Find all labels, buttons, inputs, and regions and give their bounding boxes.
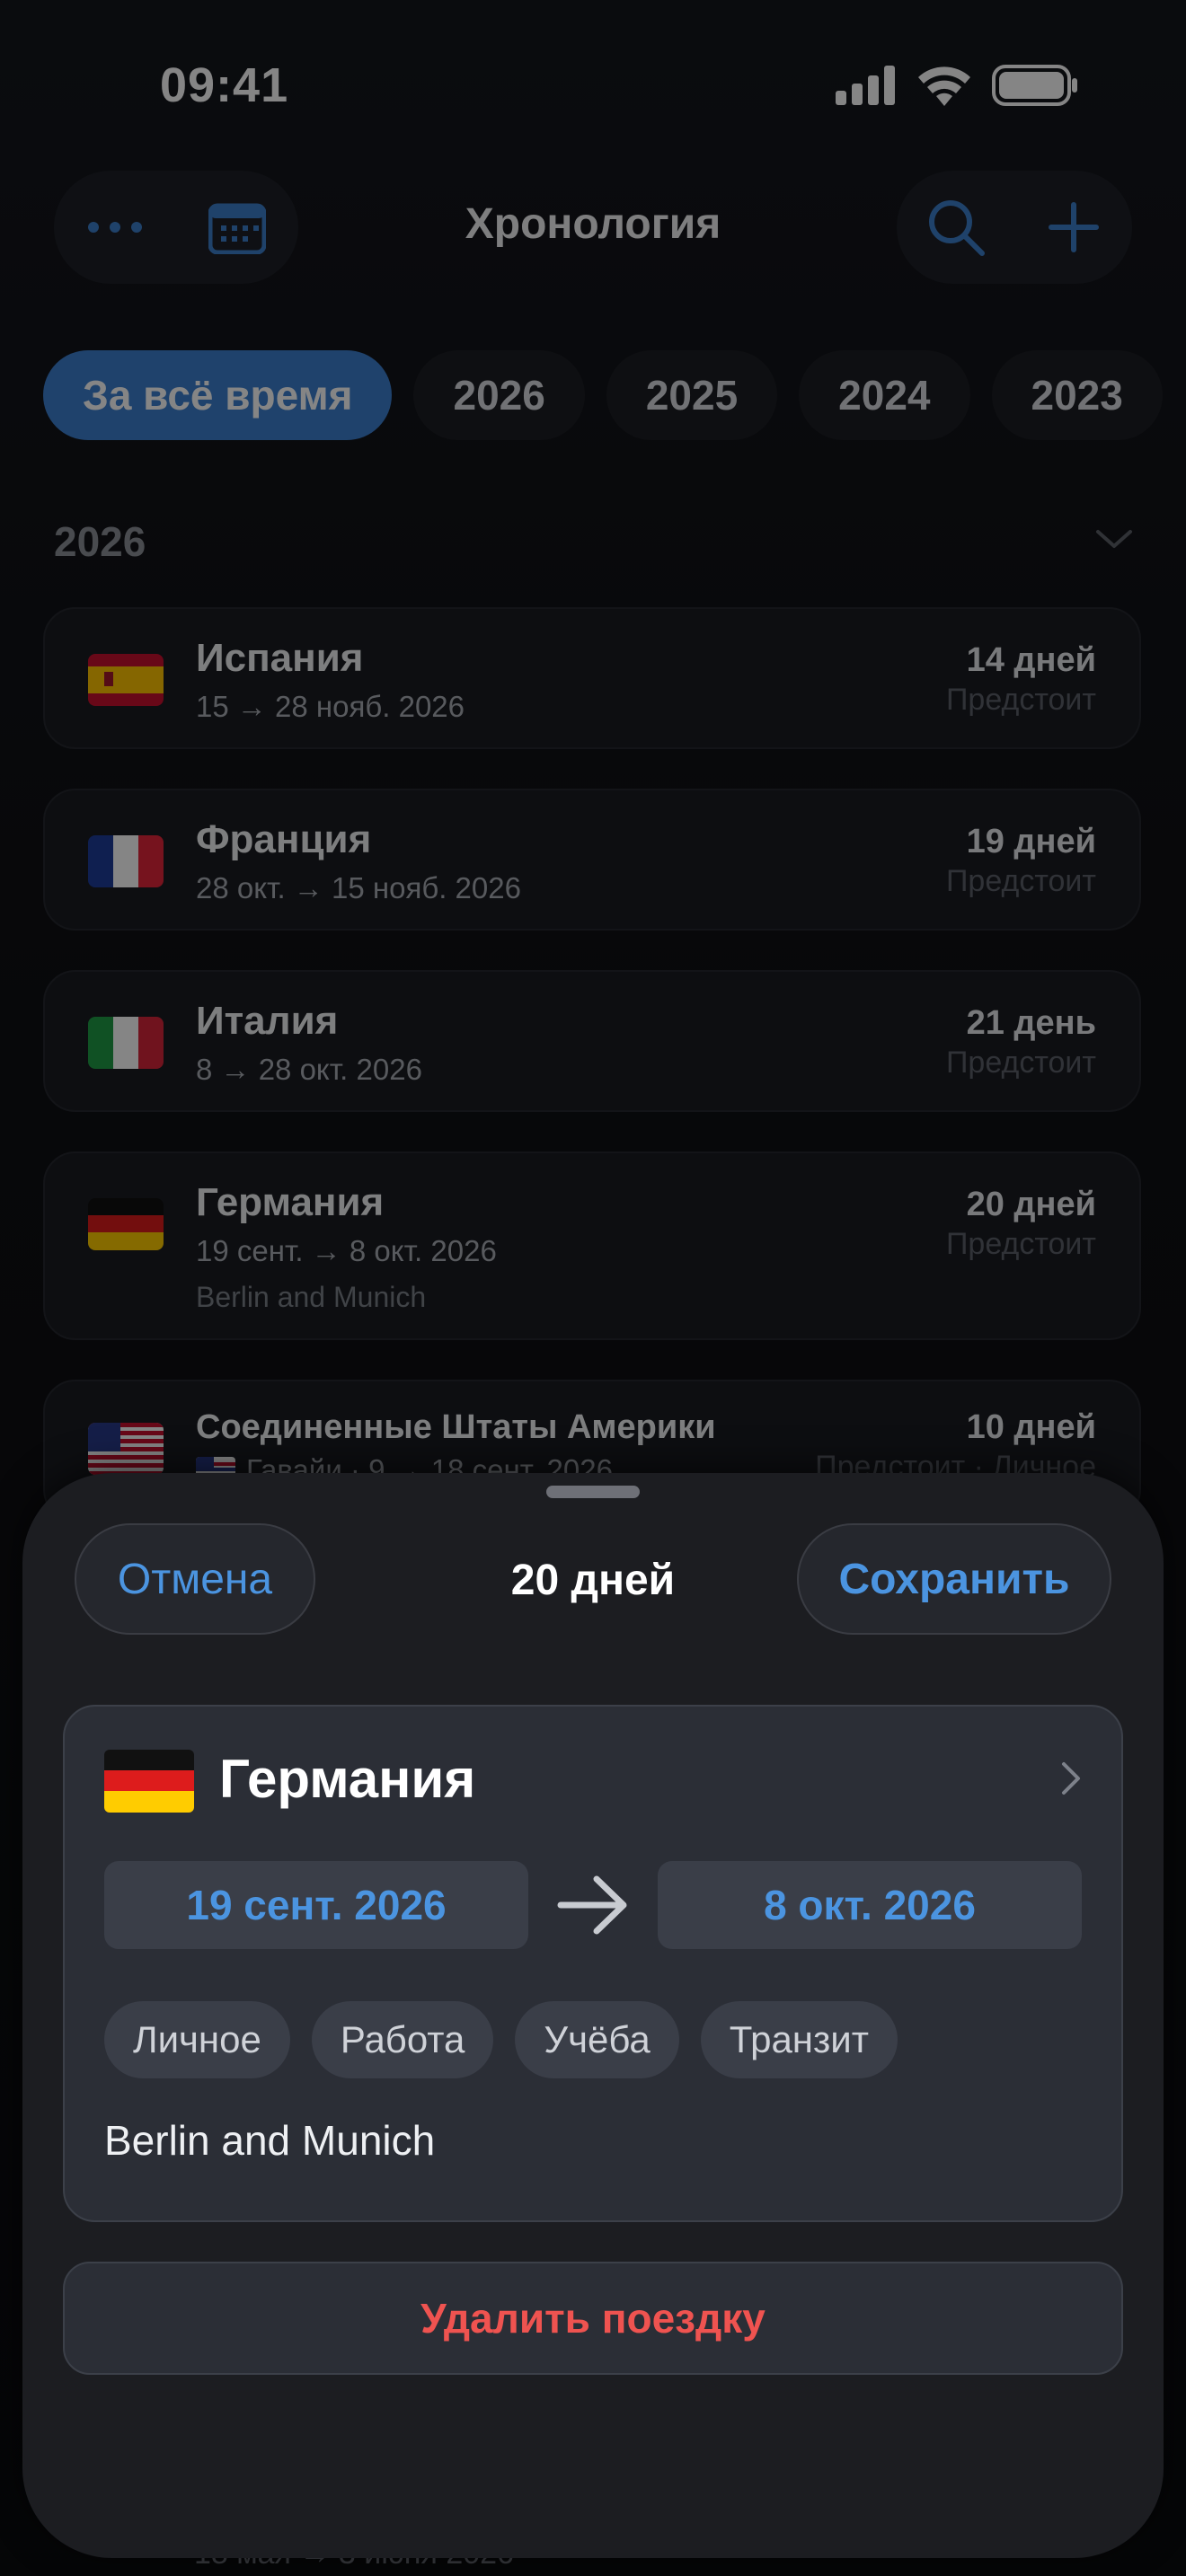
add-trip-button[interactable] [1029, 182, 1119, 272]
chip-2024[interactable]: 2024 [799, 350, 970, 440]
arrow-right-icon [557, 1875, 627, 1935]
trip-country: Италия [196, 999, 339, 1043]
trip-status: Предстоит [945, 683, 1096, 717]
trip-note-field[interactable]: Berlin and Munich [104, 2116, 435, 2165]
trip-days: 21 день [966, 1004, 1096, 1042]
trip-status: Предстоит [945, 1227, 1096, 1261]
timeline-screen: 09:41 Хронология За всё время 2026 2025 … [0, 0, 1186, 2576]
status-bar: 09:41 [0, 0, 1186, 171]
save-button[interactable]: Сохранить [797, 1523, 1111, 1635]
chip-2025[interactable]: 2025 [606, 350, 778, 440]
trip-card-france[interactable]: Франция 28 окт. → 15 нояб. 2026 19 дней … [43, 789, 1141, 931]
trip-days: 20 дней [966, 1186, 1096, 1223]
trip-days: 10 дней [966, 1408, 1096, 1446]
status-icons [836, 65, 1078, 106]
trip-edit-card: Германия 19 сент. 2026 8 окт. 2026 Лично… [63, 1705, 1123, 2222]
flag-germany-icon [88, 1198, 164, 1250]
trip-dates: 8 → 28 окт. 2026 [196, 1053, 422, 1086]
end-date-field[interactable]: 8 окт. 2026 [658, 1861, 1082, 1949]
delete-trip-button[interactable]: Удалить поездку [63, 2262, 1123, 2375]
chip-all-time[interactable]: За всё время [43, 350, 393, 440]
chevron-down-icon[interactable] [1094, 526, 1134, 551]
chip-2026[interactable]: 2026 [413, 350, 585, 440]
sheet-grabber[interactable] [546, 1486, 640, 1498]
wifi-icon [918, 66, 970, 106]
search-button[interactable] [911, 182, 1001, 272]
country-selector[interactable]: Германия [219, 1748, 475, 1810]
trip-note: Berlin and Munich [196, 1281, 427, 1313]
trip-country: Германия [196, 1180, 385, 1224]
trip-dates: 28 окт. → 15 нояб. 2026 [196, 871, 521, 904]
trip-card-germany[interactable]: Германия 19 сент. → 8 окт. 2026 Berlin a… [43, 1151, 1141, 1340]
trip-status: Предстоит [945, 1045, 1096, 1080]
year-filter-chips: За всё время 2026 2025 2024 2023 [43, 350, 1163, 440]
flag-spain-icon [88, 654, 164, 706]
trip-country: Испания [196, 636, 364, 680]
trip-status: Предстоит [945, 864, 1096, 898]
chip-2023[interactable]: 2023 [991, 350, 1163, 440]
tag-transit[interactable]: Транзит [700, 2001, 898, 2078]
trip-card-italy[interactable]: Италия 8 → 28 окт. 2026 21 день Предстои… [43, 970, 1141, 1112]
flag-usa-icon [88, 1423, 164, 1475]
tag-personal[interactable]: Личное [104, 2001, 290, 2078]
trip-dates: 15 → 28 нояб. 2026 [196, 690, 465, 723]
search-icon [928, 200, 985, 256]
trip-tags: Личное Работа Учёба Транзит [104, 2001, 898, 2078]
start-date-field[interactable]: 19 сент. 2026 [104, 1861, 528, 1949]
nav-right-group [897, 171, 1132, 284]
edit-trip-sheet: Отмена 20 дней Сохранить Германия 19 сен… [22, 1473, 1164, 2558]
trip-days: 19 дней [966, 823, 1096, 860]
trip-days: 14 дней [966, 641, 1096, 679]
trip-dates: 19 сент. → 8 окт. 2026 [196, 1234, 497, 1267]
trip-card-spain[interactable]: Испания 15 → 28 нояб. 2026 14 дней Предс… [43, 607, 1141, 749]
tag-study[interactable]: Учёба [515, 2001, 679, 2078]
trip-country: Соединенные Штаты Америки [196, 1408, 716, 1446]
signal-icon [836, 66, 895, 105]
trip-country: Франция [196, 817, 372, 861]
flag-germany-icon [104, 1750, 194, 1813]
flag-italy-icon [88, 1017, 164, 1069]
tag-work[interactable]: Работа [311, 2001, 494, 2078]
chevron-right-icon[interactable] [1060, 1760, 1082, 1796]
status-time: 09:41 [160, 58, 289, 112]
flag-france-icon [88, 835, 164, 887]
plus-icon [1048, 202, 1099, 252]
section-year-header: 2026 [54, 518, 146, 565]
battery-icon [992, 65, 1077, 106]
